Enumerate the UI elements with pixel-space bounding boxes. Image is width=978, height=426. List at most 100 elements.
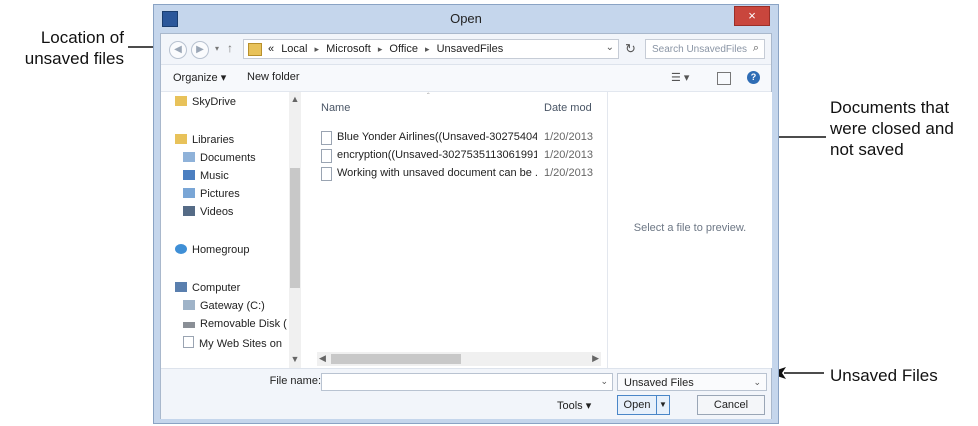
change-view-icon[interactable]: ☰ ▾: [671, 71, 689, 84]
nav-item-label: Gateway (C:): [200, 300, 265, 312]
dialog-client: ◀ ▶ ▾ ↑ « Local ▸ Microsoft ▸ Office ▸ U…: [160, 33, 772, 419]
nav-item-documents[interactable]: Documents: [183, 152, 256, 164]
organize-button[interactable]: Organize ▾: [173, 71, 226, 84]
search-input[interactable]: Search UnsavedFiles ⌕: [645, 39, 765, 59]
file-type-value: Unsaved Files: [624, 377, 694, 389]
open-button[interactable]: Open: [617, 395, 657, 415]
documents-icon: [183, 152, 195, 162]
breadcrumb-office[interactable]: Office: [389, 43, 418, 55]
nav-item-removable-disk[interactable]: Removable Disk (: [183, 318, 287, 330]
document-icon: [321, 149, 332, 163]
web-sites-icon: [183, 336, 194, 348]
file-name: encryption((Unsaved-3027535113061991...: [337, 149, 537, 161]
nav-item-libraries[interactable]: Libraries: [175, 134, 234, 146]
address-dropdown-icon[interactable]: ⌄: [606, 42, 614, 53]
tools-button[interactable]: Tools ▾: [557, 399, 591, 412]
videos-icon: [183, 206, 195, 216]
computer-icon: [175, 282, 187, 292]
scroll-right-icon[interactable]: ▶: [592, 353, 599, 364]
nav-item-label: Pictures: [200, 188, 240, 200]
search-icon: ⌕: [752, 42, 759, 54]
forward-button[interactable]: ▶: [191, 41, 209, 59]
column-header-name[interactable]: Name: [321, 102, 350, 114]
music-icon: [183, 170, 195, 180]
sort-arrow-icon: ˆ: [427, 92, 430, 101]
folder-icon: [248, 43, 262, 56]
file-type-select[interactable]: Unsaved Files ⌄: [617, 373, 767, 391]
open-split-dropdown-icon[interactable]: ▼: [656, 395, 670, 415]
nav-item-label: Documents: [200, 152, 256, 164]
cancel-button[interactable]: Cancel: [697, 395, 765, 415]
back-button[interactable]: ◀: [169, 41, 187, 59]
document-icon: [321, 167, 332, 181]
file-date: 1/20/2013: [544, 149, 593, 161]
file-name-label: File name:: [269, 375, 321, 387]
chevron-down-icon[interactable]: ⌄: [600, 376, 608, 387]
file-row[interactable]: encryption((Unsaved-3027535113061991... …: [321, 148, 601, 164]
nav-item-videos[interactable]: Videos: [183, 206, 233, 218]
nav-item-web-sites[interactable]: My Web Sites on: [183, 336, 287, 350]
breadcrumb: « Local ▸ Microsoft ▸ Office ▸ UnsavedFi…: [268, 43, 507, 55]
chevron-down-icon: ⌄: [753, 377, 761, 387]
nav-item-gateway[interactable]: Gateway (C:): [183, 300, 265, 312]
preview-message: Select a file to preview.: [633, 222, 747, 234]
file-row[interactable]: Working with unsaved document can be ...…: [321, 166, 601, 182]
nav-item-label: Homegroup: [192, 244, 250, 256]
file-date: 1/20/2013: [544, 131, 593, 143]
chevron-right-icon[interactable]: ▸: [425, 44, 430, 54]
dialog-title: Open: [450, 11, 482, 26]
help-icon[interactable]: ?: [747, 71, 760, 84]
preview-pane: Select a file to preview.: [607, 92, 772, 368]
chevron-right-icon[interactable]: ▸: [315, 44, 320, 54]
nav-item-computer[interactable]: Computer: [175, 282, 240, 294]
scrollbar-thumb[interactable]: [331, 354, 461, 364]
homegroup-icon: [175, 244, 187, 254]
scroll-left-icon[interactable]: ◀: [319, 353, 326, 364]
nav-item-label: My Web Sites on: [199, 338, 282, 350]
title-bar: Open ×: [154, 5, 778, 33]
nav-item-label: Removable Disk (: [200, 318, 287, 330]
bottom-bar: File name: ⌄ Unsaved Files ⌄ Tools ▾ Ope…: [161, 368, 771, 419]
breadcrumb-microsoft[interactable]: Microsoft: [326, 43, 371, 55]
nav-item-label: Computer: [192, 282, 241, 294]
search-placeholder: Search UnsavedFiles: [652, 44, 748, 55]
chevron-right-icon[interactable]: ▸: [378, 44, 383, 54]
file-name: Working with unsaved document can be ...: [337, 167, 537, 179]
pictures-icon: [183, 188, 195, 198]
file-list: Name ˆ Date mod Blue Yonder Airlines((Un…: [307, 92, 605, 368]
open-dialog: Open × ◀ ▶ ▾ ↑ « Local ▸ Microsoft ▸ Off…: [153, 4, 779, 424]
nav-item-pictures[interactable]: Pictures: [183, 188, 240, 200]
new-folder-button[interactable]: New folder: [247, 71, 300, 83]
recent-locations-dropdown-icon[interactable]: ▾: [215, 44, 219, 53]
refresh-icon[interactable]: ↻: [625, 41, 636, 57]
breadcrumb-unsavedfiles[interactable]: UnsavedFiles: [437, 43, 504, 55]
nav-item-label: Libraries: [192, 134, 235, 146]
nav-item-homegroup[interactable]: Homegroup: [175, 244, 249, 256]
close-button[interactable]: ×: [734, 6, 770, 26]
nav-item-music[interactable]: Music: [183, 170, 229, 182]
address-bar[interactable]: « Local ▸ Microsoft ▸ Office ▸ UnsavedFi…: [243, 39, 619, 59]
navigation-pane: SkyDrive Libraries Documents Music Pictu…: [161, 92, 303, 368]
libraries-icon: [175, 134, 187, 144]
scroll-up-icon[interactable]: ▲: [289, 94, 301, 104]
skydrive-icon: [175, 96, 187, 106]
removable-disk-icon: [183, 322, 195, 328]
column-header-date[interactable]: Date mod: [544, 102, 592, 114]
scroll-down-icon[interactable]: ▼: [289, 354, 301, 364]
drive-icon: [183, 300, 195, 310]
up-arrow-icon[interactable]: ↑: [227, 41, 233, 55]
file-list-scrollbar[interactable]: ◀ ▶: [317, 352, 601, 366]
file-row[interactable]: Blue Yonder Airlines((Unsaved-30275404..…: [321, 130, 601, 146]
nav-scrollbar[interactable]: ▲ ▼: [289, 92, 301, 368]
breadcrumb-local[interactable]: Local: [281, 43, 307, 55]
document-icon: [321, 131, 332, 145]
file-date: 1/20/2013: [544, 167, 593, 179]
address-row: ◀ ▶ ▾ ↑ « Local ▸ Microsoft ▸ Office ▸ U…: [161, 34, 771, 65]
nav-item-label: Videos: [200, 206, 234, 218]
scrollbar-thumb[interactable]: [290, 168, 300, 288]
preview-pane-icon[interactable]: [717, 72, 731, 85]
file-name-input[interactable]: ⌄: [321, 373, 613, 391]
breadcrumb-overflow[interactable]: «: [268, 43, 274, 55]
file-name: Blue Yonder Airlines((Unsaved-30275404..…: [337, 131, 537, 143]
nav-item-skydrive[interactable]: SkyDrive: [175, 96, 236, 108]
